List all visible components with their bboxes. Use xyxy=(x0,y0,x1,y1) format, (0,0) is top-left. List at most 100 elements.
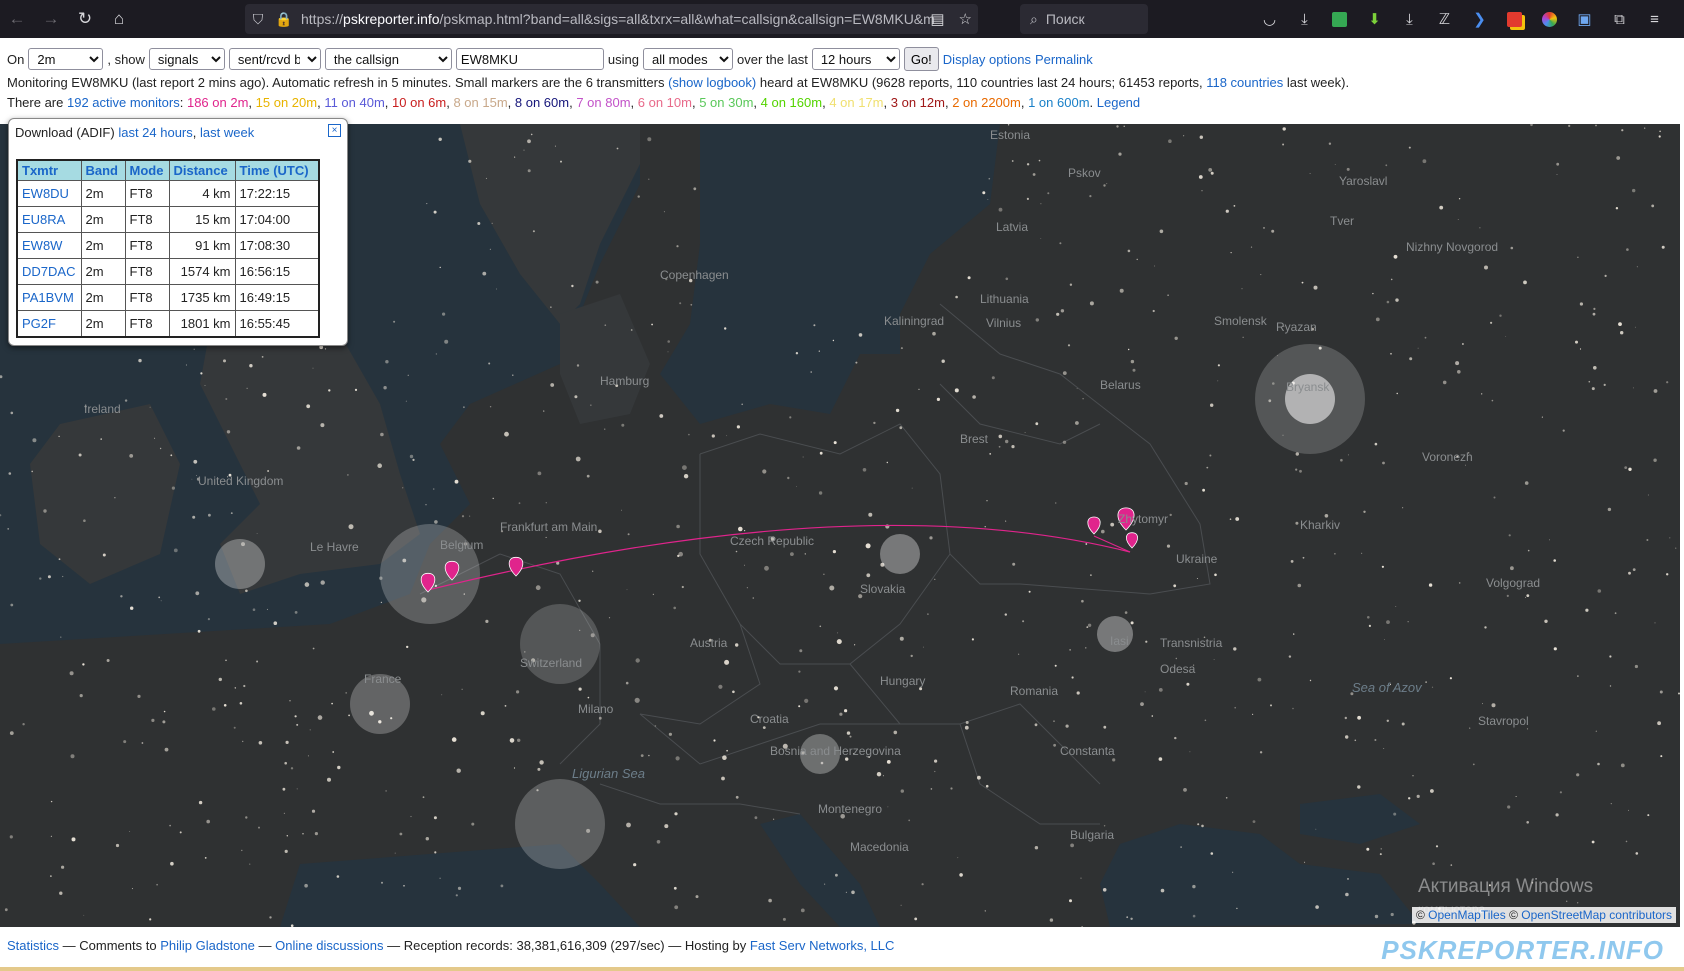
url-bar[interactable]: ⛉ 🔒 https://pskreporter.info/pskmap.html… xyxy=(245,4,978,34)
extension-red-square-icon[interactable] xyxy=(1497,0,1532,38)
reader-view-icon[interactable]: ▤ xyxy=(930,10,944,28)
openstreetmap-link[interactable]: OpenStreetMap contributors xyxy=(1521,908,1672,922)
city-light xyxy=(206,819,210,824)
table-cell-call[interactable]: EW8W xyxy=(16,232,82,259)
home-icon[interactable]: ⌂ xyxy=(102,0,136,38)
callsign-link[interactable]: DD7DAC xyxy=(22,264,75,279)
extension-green-square-icon[interactable] xyxy=(1322,0,1357,38)
map-label: Yaroslavl xyxy=(1339,174,1388,188)
column-header[interactable]: Band xyxy=(80,159,126,181)
back-icon[interactable]: ← xyxy=(0,0,34,38)
author-link[interactable]: Philip Gladstone xyxy=(160,938,255,953)
city-light xyxy=(1628,809,1629,811)
city-light xyxy=(1636,266,1638,268)
table-cell-call[interactable]: DD7DAC xyxy=(16,258,82,285)
band-select[interactable]: 2m xyxy=(28,48,104,70)
station-marker[interactable] xyxy=(1087,516,1101,535)
column-header[interactable]: Mode xyxy=(124,159,170,181)
openmaptiles-link[interactable]: OpenMapTiles xyxy=(1428,908,1506,922)
callsign-link[interactable]: PA1BVM xyxy=(22,290,74,305)
extension-download-icon[interactable]: ⤓ xyxy=(1392,0,1427,38)
mode-select[interactable]: all modes xyxy=(643,48,733,70)
city-light xyxy=(1235,517,1240,521)
column-header[interactable]: Distance xyxy=(168,159,236,181)
city-light xyxy=(1647,494,1649,496)
callsign-link[interactable]: PG2F xyxy=(22,316,56,331)
table-cell-call[interactable]: EU8RA xyxy=(16,206,82,233)
city-light xyxy=(1482,703,1483,705)
station-marker[interactable] xyxy=(508,556,524,577)
city-light xyxy=(835,873,838,877)
statistics-link[interactable]: Statistics xyxy=(7,938,59,953)
separator: — xyxy=(258,938,272,953)
city-light xyxy=(1126,916,1129,919)
go-button[interactable]: Go! xyxy=(903,47,939,71)
period-select[interactable]: 12 hours xyxy=(811,48,900,70)
shield-icon[interactable]: ⛉ xyxy=(245,11,271,28)
city-light xyxy=(959,873,963,877)
direction-select[interactable]: sent/rcvd by xyxy=(228,48,321,70)
display-options-link[interactable]: Display options xyxy=(943,52,1031,67)
extensions-puzzle-icon[interactable]: ⧉ xyxy=(1602,0,1637,38)
city-light xyxy=(1241,288,1243,290)
city-light xyxy=(681,585,684,589)
menu-icon[interactable]: ≡ xyxy=(1637,0,1672,38)
table-cell-call[interactable]: PA1BVM xyxy=(16,284,82,311)
city-light xyxy=(1372,292,1374,295)
city-light xyxy=(1354,739,1357,742)
legend-link[interactable]: Legend xyxy=(1097,95,1140,110)
forward-icon[interactable]: → xyxy=(34,0,68,38)
city-light xyxy=(929,536,933,540)
city-light xyxy=(1508,534,1511,537)
callsign-input[interactable] xyxy=(455,48,604,70)
city-light xyxy=(471,822,475,826)
city-light xyxy=(225,659,227,662)
extension-green-arrow-icon[interactable]: ⬇ xyxy=(1357,0,1392,38)
city-light xyxy=(908,819,911,822)
callsign-link[interactable]: EW8DU xyxy=(22,186,69,201)
hosting-link[interactable]: Fast Serv Networks, LLC xyxy=(750,938,895,953)
records-text: — Reception records: 38,381,616,309 (297… xyxy=(387,938,747,953)
bookmark-star-icon[interactable]: ☆ xyxy=(959,10,972,28)
online-discussions-link[interactable]: Online discussions xyxy=(275,938,383,953)
lock-icon[interactable]: 🔒 xyxy=(271,11,297,28)
countries-link[interactable]: 118 countries xyxy=(1206,75,1283,90)
city-light xyxy=(1217,364,1220,367)
table-cell-call[interactable]: PG2F xyxy=(16,310,82,337)
permalink-link[interactable]: Permalink xyxy=(1035,52,1093,67)
column-header[interactable]: Time (UTC) xyxy=(234,159,320,181)
city-light xyxy=(1620,331,1624,335)
extension-save-icon[interactable]: ▣ xyxy=(1567,0,1602,38)
city-light xyxy=(576,364,580,367)
url-text[interactable]: https://pskreporter.info/pskmap.html?ban… xyxy=(301,11,941,27)
active-monitors-link[interactable]: 192 active monitors xyxy=(67,95,180,110)
city-light xyxy=(679,302,682,305)
city-light xyxy=(441,694,443,696)
table-cell-call[interactable]: EW8DU xyxy=(16,180,82,207)
pocket-icon[interactable]: ◡ xyxy=(1252,0,1287,38)
what-select[interactable]: the callsign xyxy=(324,48,452,70)
callsign-link[interactable]: EW8W xyxy=(22,238,62,253)
city-light xyxy=(393,320,396,323)
extension-translate-icon[interactable]: ℤ xyxy=(1427,0,1462,38)
extension-arrow-icon[interactable]: ❯ xyxy=(1462,0,1497,38)
show-logbook-link[interactable]: (show logbook) xyxy=(668,75,756,90)
city-light xyxy=(1379,853,1382,856)
city-light xyxy=(58,435,60,438)
search-input[interactable]: ⌕ Поиск xyxy=(1020,4,1148,34)
show-select[interactable]: signals xyxy=(148,48,225,70)
download-24h-link[interactable]: last 24 hours xyxy=(118,125,192,140)
city-light xyxy=(124,399,128,402)
close-icon[interactable]: × xyxy=(328,124,341,137)
city-light xyxy=(1168,139,1172,143)
attribution-copyright: © xyxy=(1415,908,1425,922)
download-week-link[interactable]: last week xyxy=(200,125,254,140)
extension-colorwheel-icon[interactable] xyxy=(1532,0,1567,38)
column-header[interactable]: Txmtr xyxy=(16,159,82,181)
reload-icon[interactable]: ↻ xyxy=(68,0,102,38)
station-marker[interactable] xyxy=(1126,532,1138,549)
downloads-icon[interactable]: ⤓ xyxy=(1287,0,1322,38)
callsign-link[interactable]: EU8RA xyxy=(22,212,65,227)
city-light xyxy=(977,775,981,780)
city-light xyxy=(1654,622,1656,624)
